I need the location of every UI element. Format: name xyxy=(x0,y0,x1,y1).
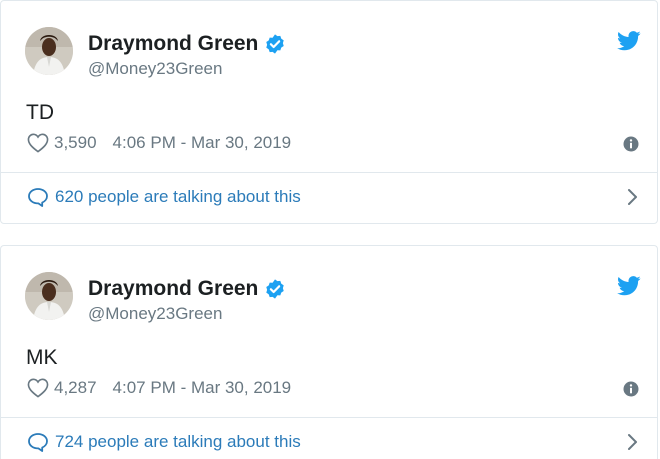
info-icon[interactable] xyxy=(623,136,639,152)
author-handle[interactable]: @Money23Green xyxy=(88,304,222,324)
author-name[interactable]: Draymond Green xyxy=(88,32,286,56)
tweet-card[interactable]: Draymond Green @Money23Green TD 3,590 4:… xyxy=(0,0,658,224)
author-handle[interactable]: @Money23Green xyxy=(88,59,222,79)
verified-badge-icon xyxy=(266,279,285,299)
tweet-timestamp[interactable]: 4:06 PM - Mar 30, 2019 xyxy=(113,133,292,153)
avatar[interactable] xyxy=(25,272,73,320)
heart-icon[interactable] xyxy=(27,378,49,398)
tweet-card[interactable]: Draymond Green @Money23Green MK 4,287 4:… xyxy=(0,245,658,459)
tweet-text: TD xyxy=(26,101,54,124)
chevron-right-icon[interactable] xyxy=(625,187,639,207)
author-name[interactable]: Draymond Green xyxy=(88,277,286,301)
author-name-text[interactable]: Draymond Green xyxy=(88,32,258,56)
heart-icon[interactable] xyxy=(27,133,49,153)
like-count[interactable]: 4,287 xyxy=(54,378,97,398)
like-count[interactable]: 3,590 xyxy=(54,133,97,153)
speech-bubble-icon xyxy=(28,188,48,207)
speech-bubble-icon xyxy=(28,433,48,452)
divider xyxy=(1,172,657,173)
tweet-timestamp[interactable]: 4:07 PM - Mar 30, 2019 xyxy=(113,378,292,398)
avatar-photo-icon xyxy=(25,272,73,320)
conversation-link[interactable]: 620 people are talking about this xyxy=(27,187,301,207)
tweet-text: MK xyxy=(26,346,58,369)
chevron-right-icon[interactable] xyxy=(625,432,639,452)
verified-badge-icon xyxy=(266,34,285,54)
conversation-link[interactable]: 724 people are talking about this xyxy=(27,432,301,452)
info-icon[interactable] xyxy=(623,381,639,397)
conversation-text[interactable]: 724 people are talking about this xyxy=(55,432,301,452)
twitter-bird-icon[interactable] xyxy=(617,276,641,296)
conversation-text[interactable]: 620 people are talking about this xyxy=(55,187,301,207)
tweet-meta: 4,287 4:07 PM - Mar 30, 2019 xyxy=(27,378,291,398)
divider xyxy=(1,417,657,418)
author-name-text[interactable]: Draymond Green xyxy=(88,277,258,301)
avatar-photo-icon xyxy=(25,27,73,75)
avatar[interactable] xyxy=(25,27,73,75)
tweet-meta: 3,590 4:06 PM - Mar 30, 2019 xyxy=(27,133,291,153)
twitter-bird-icon[interactable] xyxy=(617,31,641,51)
